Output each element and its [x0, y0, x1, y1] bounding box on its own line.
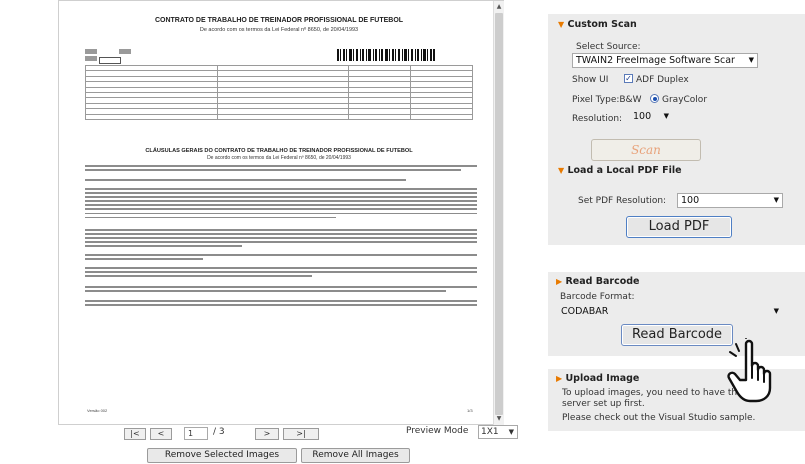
document-version: Versão 002 [87, 408, 108, 413]
graycolor-radio[interactable] [650, 94, 659, 103]
upload-image-header[interactable]: ▶ Upload Image [556, 373, 639, 384]
document-data-table [85, 64, 473, 120]
document-section-subtitle: De acordo com os termos da Lei Federal n… [207, 155, 351, 161]
document-paragraph [85, 229, 477, 249]
scan-button[interactable]: Scan [591, 139, 701, 161]
show-ui-label: Show UI [572, 75, 609, 85]
scroll-up-icon[interactable]: ▲ [494, 2, 504, 12]
remove-all-images-button[interactable]: Remove All Images [301, 448, 410, 463]
chevron-down-icon: ▼ [773, 307, 779, 315]
custom-scan-header[interactable]: ▼ Custom Scan [558, 19, 637, 30]
doc-field-label [85, 49, 97, 54]
current-page-input[interactable]: 1 [184, 427, 208, 440]
document-page-number: 1/3 [467, 408, 473, 413]
resolution-label: Resolution: [572, 114, 623, 124]
chevron-down-icon: ▼ [773, 196, 779, 204]
resolution-value: 100 [633, 111, 652, 122]
document-page: CONTRATO DE TRABALHO DE TREINADOR PROFIS… [69, 1, 489, 421]
select-source-label: Select Source: [576, 42, 641, 52]
adf-duplex-label: ADF Duplex [636, 75, 689, 85]
local-pdf-panel: ▼ Load a Local PDF File Set PDF Resoluti… [548, 161, 805, 245]
triangle-down-icon: ▼ [558, 166, 565, 175]
first-page-button[interactable]: |< [124, 428, 146, 440]
image-viewer[interactable]: CONTRATO DE TRABALHO DE TREINADOR PROFIS… [58, 0, 504, 426]
document-paragraph [85, 179, 477, 183]
read-barcode-button[interactable]: Read Barcode [621, 324, 733, 346]
pdf-resolution-value: 100 [681, 195, 700, 206]
custom-scan-panel: ▼ Custom Scan Select Source: TWAIN2 Free… [548, 14, 805, 180]
source-select[interactable]: TWAIN2 FreeImage Software Scar ▼ [572, 53, 758, 68]
doc-select-box [99, 57, 121, 64]
source-value: TWAIN2 FreeImage Software Scar [576, 55, 735, 66]
preview-mode-label: Preview Mode [406, 426, 469, 436]
document-paragraph [85, 165, 477, 173]
doc-field-label [85, 56, 97, 61]
graycolor-label: GrayColor [662, 95, 708, 105]
last-page-button[interactable]: >| [283, 428, 319, 440]
scrollbar-thumb[interactable] [495, 13, 503, 415]
triangle-right-icon: ▶ [556, 277, 563, 286]
scroll-down-icon[interactable]: ▼ [494, 414, 504, 424]
barcode-format-value: CODABAR [561, 306, 609, 317]
hand-pointer-icon [727, 338, 772, 403]
total-pages-label: / 3 [213, 427, 225, 437]
local-pdf-title: Load a Local PDF File [567, 165, 682, 176]
app-root: CONTRATO DE TRABALHO DE TREINADOR PROFIS… [0, 0, 805, 464]
preview-mode-select[interactable]: 1X1 ▼ [478, 425, 518, 439]
local-pdf-header[interactable]: ▼ Load a Local PDF File [558, 165, 682, 176]
upload-info-line: Please check out the Visual Studio sampl… [562, 413, 756, 423]
pdf-resolution-select[interactable]: 100 ▼ [677, 193, 783, 208]
custom-scan-title: Custom Scan [567, 19, 637, 30]
chevron-down-icon: ▼ [748, 56, 754, 64]
document-title: CONTRATO DE TRABALHO DE TREINADOR PROFIS… [154, 17, 404, 24]
next-page-button[interactable]: > [255, 428, 279, 440]
barcode-format-select[interactable]: CODABAR ▼ [558, 305, 782, 320]
viewer-scrollbar[interactable]: ▲ ▼ [493, 1, 504, 426]
read-barcode-title: Read Barcode [565, 276, 640, 287]
load-pdf-button[interactable]: Load PDF [626, 216, 732, 238]
upload-info-line: server set up first. [562, 399, 645, 409]
pixel-type-label: Pixel Type:B&W [572, 95, 642, 105]
document-subtitle: De acordo com os termos da Lei Federal n… [199, 27, 359, 33]
preview-mode-value: 1X1 [481, 427, 499, 437]
triangle-down-icon: ▼ [558, 20, 565, 29]
prev-page-button[interactable]: < [150, 428, 172, 440]
document-paragraph [85, 188, 477, 221]
remove-selected-images-button[interactable]: Remove Selected Images [147, 448, 297, 463]
document-paragraph [85, 254, 477, 262]
chevron-down-icon: ▼ [508, 428, 514, 436]
document-paragraph [85, 267, 477, 279]
resolution-select[interactable]: 100 ▼ [630, 110, 672, 125]
read-barcode-header[interactable]: ▶ Read Barcode [556, 276, 639, 287]
document-section-title: CLÁUSULAS GERAIS DO CONTRATO DE TRABALHO… [145, 148, 413, 154]
adf-duplex-checkbox[interactable]: ✓ [624, 74, 633, 83]
doc-field-value [119, 49, 131, 54]
pdf-resolution-label: Set PDF Resolution: [578, 196, 667, 206]
barcode-format-label: Barcode Format: [560, 292, 635, 302]
triangle-right-icon: ▶ [556, 374, 563, 383]
document-paragraph [85, 286, 477, 294]
chevron-down-icon: ▼ [663, 112, 669, 120]
upload-image-title: Upload Image [565, 373, 640, 384]
document-barcode [337, 49, 435, 61]
document-paragraph [85, 300, 477, 308]
